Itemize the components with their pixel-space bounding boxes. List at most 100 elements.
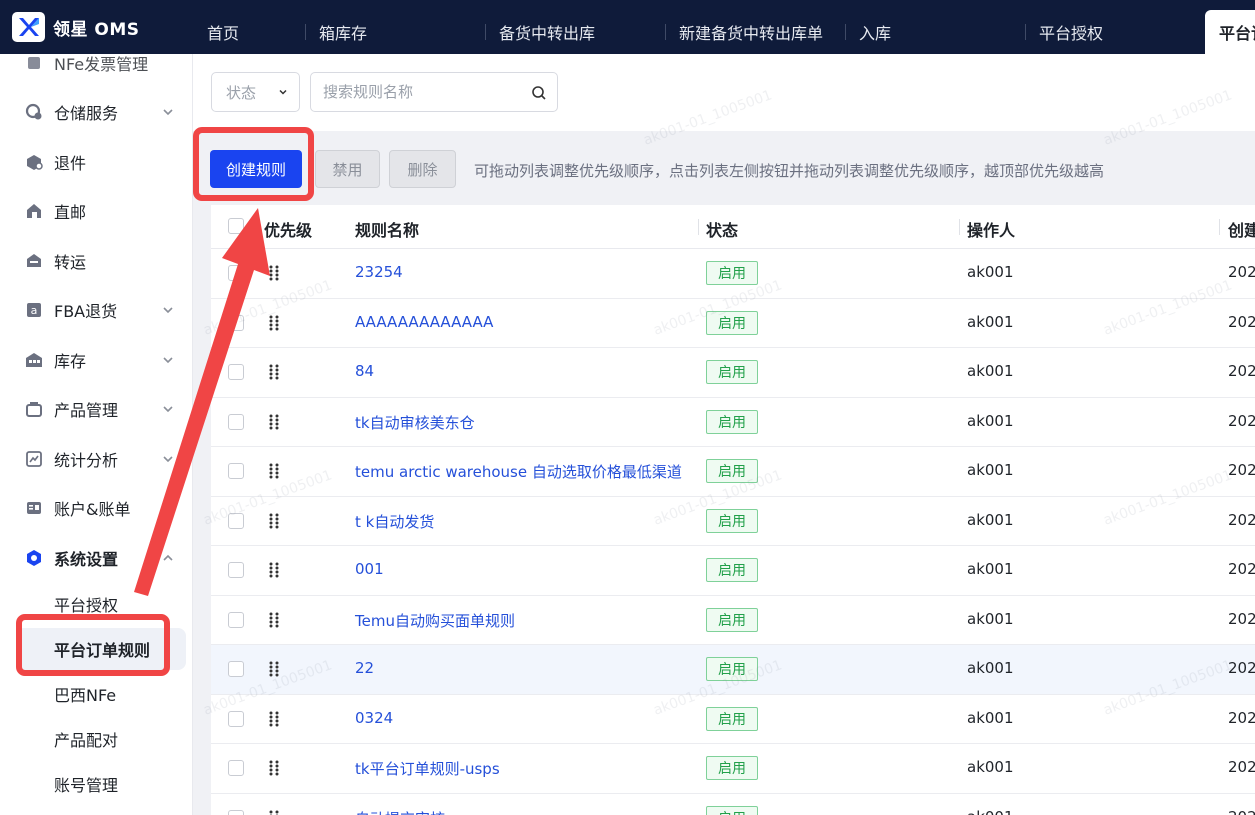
rule-name-link[interactable]: 001 xyxy=(355,560,384,578)
table-row[interactable]: tk平台订单规则-usps 启用 ak001 202 xyxy=(211,744,1255,794)
rule-name-link[interactable]: 84 xyxy=(355,362,374,380)
sidebar-subitem-product-pairing[interactable]: 产品配对 xyxy=(0,719,192,759)
drag-handle-icon[interactable] xyxy=(268,363,280,381)
sidebar-item-system-settings[interactable]: 系统设置 xyxy=(0,538,192,578)
created-cell: 202 xyxy=(1228,808,1255,815)
row-checkbox[interactable] xyxy=(228,809,244,815)
rule-name-link[interactable]: 0324 xyxy=(355,709,393,727)
row-checkbox[interactable] xyxy=(228,314,244,331)
table-row[interactable]: AAAAAAAAAAAAA 启用 ak001 202 xyxy=(211,299,1255,348)
nav-tab-stock-transfer-out[interactable]: 备货中转出库 xyxy=(485,10,665,54)
rule-name-link[interactable]: tk平台订单规则-usps xyxy=(355,758,500,779)
drag-handle-icon[interactable] xyxy=(268,660,280,678)
table-row[interactable]: 自动提交审核 启用 ak001 202 xyxy=(211,794,1255,815)
sidebar-subitem-account-management[interactable]: 账号管理 xyxy=(0,764,192,804)
rule-name-link[interactable]: Temu自动购买面单规则 xyxy=(355,610,515,631)
sidebar-item-direct-mail[interactable]: 直邮 xyxy=(0,191,192,231)
select-all-checkbox[interactable] xyxy=(228,218,244,234)
rule-name-link[interactable]: 23254 xyxy=(355,263,403,281)
sidebar-subitem-label: 平台授权 xyxy=(54,596,119,615)
drag-handle-icon[interactable] xyxy=(268,611,280,629)
drag-handle-icon[interactable] xyxy=(268,512,280,530)
row-checkbox[interactable] xyxy=(228,562,244,578)
sidebar-item-nfe-invoice[interactable]: NFe发票管理 xyxy=(0,54,192,83)
sidebar-subitem-brazil-nfe[interactable]: 巴西NFe xyxy=(0,674,192,714)
row-checkbox[interactable] xyxy=(228,265,244,281)
drag-handle-icon[interactable] xyxy=(268,264,280,282)
row-checkbox[interactable] xyxy=(228,463,244,479)
delete-button[interactable]: 删除 xyxy=(389,150,456,188)
drag-handle-icon[interactable] xyxy=(268,561,280,579)
row-checkbox[interactable] xyxy=(228,413,244,430)
sidebar-item-inventory[interactable]: 库存 xyxy=(0,340,192,380)
sidebar-item-account-bill[interactable]: 账户&账单 xyxy=(0,488,192,528)
operator-cell: ak001 xyxy=(967,609,1014,628)
status-badge: 启用 xyxy=(706,508,758,533)
table-row[interactable]: 0324 启用 ak001 202 xyxy=(211,695,1255,744)
top-bar: 领星 OMS 首页 箱库存 备货中转出库 新建备货中转出库单 入库 平台授权 平… xyxy=(0,0,1255,54)
sidebar-item-statistics[interactable]: 统计分析 xyxy=(0,439,192,479)
rule-name-link[interactable]: t k自动发货 xyxy=(355,511,434,532)
sidebar-item-label: FBA退货 xyxy=(54,302,118,321)
status-badge: 启用 xyxy=(706,607,758,632)
drag-handle-icon[interactable] xyxy=(268,314,280,332)
table-row[interactable]: 23254 启用 ak001 202 xyxy=(211,249,1255,299)
table-row[interactable]: 001 启用 ak001 202 xyxy=(211,546,1255,596)
sidebar-item-fba-returns[interactable]: a FBA退货 xyxy=(0,290,192,330)
nav-tab-new-stock-transfer[interactable]: 新建备货中转出库单 xyxy=(665,10,845,54)
table-row[interactable]: 22 启用 ak001 202 xyxy=(211,645,1255,695)
chevron-down-icon xyxy=(163,456,173,463)
amazon-icon: a xyxy=(25,301,43,319)
status-badge: 启用 xyxy=(706,756,758,780)
table-row[interactable]: temu arctic warehouse 自动选取价格最低渠道 启用 ak001 2… xyxy=(211,447,1255,497)
nav-tab-home[interactable]: 首页 xyxy=(193,10,305,54)
row-checkbox[interactable] xyxy=(228,512,244,529)
drag-handle-icon[interactable] xyxy=(268,413,280,431)
row-checkbox[interactable] xyxy=(228,710,244,727)
row-checkbox[interactable] xyxy=(228,364,244,380)
create-rule-button[interactable]: 创建规则 xyxy=(210,150,302,188)
rule-name-link[interactable]: tk自动审核美东仓 xyxy=(355,412,475,433)
search-icon[interactable] xyxy=(531,85,547,101)
operator-cell: ak001 xyxy=(967,362,1014,380)
sidebar-item-label: 库存 xyxy=(54,352,87,371)
chevron-down-icon xyxy=(279,89,287,95)
table-row[interactable]: t k自动发货 启用 ak001 202 xyxy=(211,497,1255,546)
table-row[interactable]: Temu自动购买面单规则 启用 ak001 202 xyxy=(211,596,1255,645)
rule-name-link[interactable]: AAAAAAAAAAAAA xyxy=(355,313,493,331)
nav-tab-box-inventory[interactable]: 箱库存 xyxy=(305,10,485,54)
row-checkbox[interactable] xyxy=(228,611,244,628)
drag-handle-icon[interactable] xyxy=(268,462,280,480)
row-checkbox[interactable] xyxy=(228,760,244,776)
sidebar-item-warehouse-service[interactable]: 仓储服务 xyxy=(0,92,192,132)
sidebar-item-returns[interactable]: 退件 xyxy=(0,142,192,182)
sidebar-item-product-management[interactable]: 产品管理 xyxy=(0,389,192,429)
drag-handle-icon[interactable] xyxy=(268,710,280,728)
rule-name-link[interactable]: temu arctic warehouse 自动选取价格最低渠道 xyxy=(355,461,682,482)
rule-name-link[interactable]: 22 xyxy=(355,659,374,677)
sidebar-subitem-platform-order-rules[interactable]: 平台订单规则 xyxy=(16,628,186,670)
nav-tab-platform-auth[interactable]: 平台授权 xyxy=(1025,10,1205,54)
drag-handle-icon[interactable] xyxy=(268,809,280,815)
nav-tab-inbound[interactable]: 入库 xyxy=(845,10,1025,54)
sidebar-subitem-platform-auth[interactable]: 平台授权 xyxy=(0,584,192,624)
table-row[interactable]: 84 启用 ak001 202 xyxy=(211,348,1255,398)
status-badge: 启用 xyxy=(706,657,758,681)
operator-cell: ak001 xyxy=(967,263,1014,281)
logo-area[interactable]: 领星 OMS xyxy=(0,0,193,54)
sidebar-item-transfer[interactable]: 转运 xyxy=(0,241,192,281)
table-row[interactable]: tk自动审核美东仓 启用 ak001 202 xyxy=(211,398,1255,447)
sidebar-subitem-label: 账号管理 xyxy=(54,776,119,795)
action-toolbar: 创建规则 禁用 删除 可拖动列表调整优先级顺序，点击列表左侧按钮并拖动列表调整优… xyxy=(210,146,1255,206)
search-input[interactable] xyxy=(323,81,523,103)
rule-name-link[interactable]: 自动提交审核 xyxy=(355,808,445,815)
disable-button[interactable]: 禁用 xyxy=(315,150,380,188)
nav-tab-platform-order-rules[interactable]: 平台订单规则 xyxy=(1205,10,1255,54)
header-status: 状态 xyxy=(706,221,739,240)
drag-handle-icon[interactable] xyxy=(268,759,280,777)
status-filter-placeholder: 状态 xyxy=(226,83,257,102)
sidebar-item-label: NFe发票管理 xyxy=(54,55,149,74)
status-filter-select[interactable]: 状态 xyxy=(211,72,300,112)
status-badge: 启用 xyxy=(706,558,758,582)
row-checkbox[interactable] xyxy=(228,661,244,677)
